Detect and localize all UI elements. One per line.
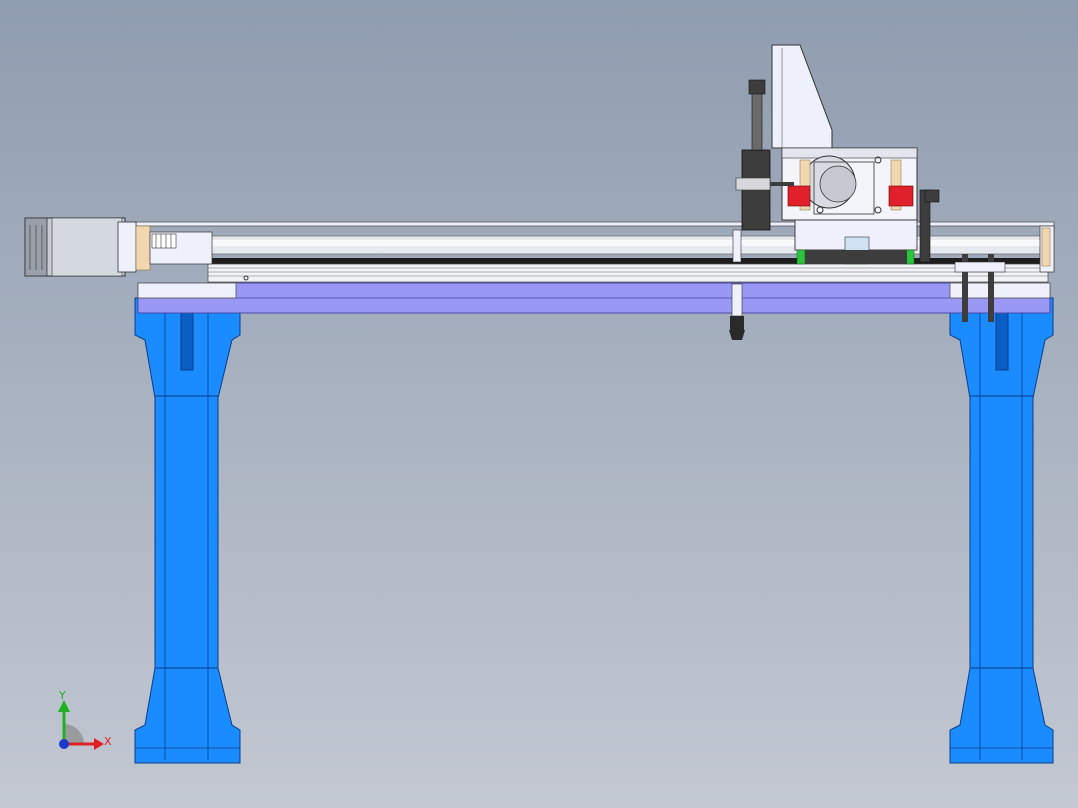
cross-beam[interactable] bbox=[137, 282, 1051, 314]
coordinate-triad-icon: Y X bbox=[58, 689, 112, 750]
right-leg[interactable] bbox=[949, 297, 1054, 764]
carriage-assembly[interactable] bbox=[735, 44, 940, 265]
y-axis-label: Y bbox=[58, 689, 66, 702]
x-axis-label: X bbox=[104, 735, 112, 748]
gantry-model[interactable]: Y X bbox=[0, 0, 1078, 808]
left-leg[interactable] bbox=[134, 297, 241, 764]
cad-viewport[interactable]: Y X bbox=[0, 0, 1078, 808]
stepper-motor[interactable] bbox=[24, 217, 213, 277]
